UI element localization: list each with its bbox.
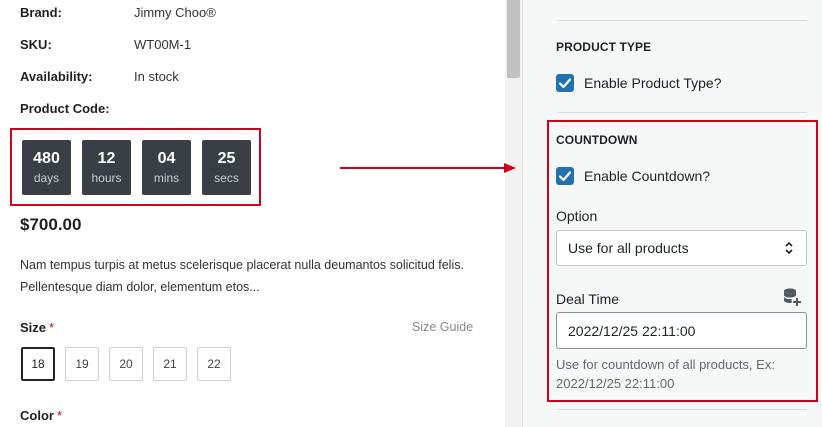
countdown-mins-unit: mins [153,171,180,185]
deal-time-value: 2022/12/25 22:11:00 [568,323,696,339]
enable-product-type-checkbox[interactable] [556,74,574,92]
size-guide-link[interactable]: Size Guide [412,320,473,334]
size-label: Size * [20,320,54,335]
deal-time-label: Deal Time [556,291,620,307]
scrollbar-thumb[interactable] [507,0,520,78]
divider [557,409,807,410]
checkmark-icon [558,171,572,182]
size-option-18[interactable]: 18 [21,347,55,381]
description-line-1: Nam tempus turpis at metus scelerisque p… [20,258,464,272]
availability-label: Availability: [20,69,93,84]
deal-time-input[interactable]: 2022/12/25 22:11:00 [556,312,807,349]
color-label-text: Color [20,408,54,423]
countdown-mins-value: 04 [157,150,176,167]
database-add-icon[interactable] [782,287,802,307]
countdown-secs-unit: secs [214,171,239,185]
product-panel: Brand: Jimmy Choo® SKU: WT00M-1 Availabi… [0,0,505,427]
size-option-21[interactable]: 21 [153,347,187,381]
arrow-right-icon [340,163,516,173]
countdown-days-value: 480 [33,150,60,167]
product-code-label: Product Code: [20,101,110,116]
color-label: Color * [20,408,62,423]
product-type-title: PRODUCT TYPE [556,40,652,54]
enable-countdown-label: Enable Countdown? [584,168,711,184]
countdown-secs-value: 25 [217,150,236,167]
divider [557,112,807,113]
enable-product-type-label: Enable Product Type? [584,75,722,91]
product-description: Nam tempus turpis at metus scelerisque p… [20,254,490,298]
size-option-22[interactable]: 22 [197,347,231,381]
deal-time-help-text: Use for countdown of all products, Ex: 2… [556,357,775,391]
brand-label: Brand: [20,5,62,20]
sku-value: WT00M-1 [134,37,192,52]
countdown-hours-unit: hours [91,171,122,185]
size-option-20[interactable]: 20 [109,347,143,381]
description-line-2: Pellentesque diam dolor, elementum etos.… [20,280,260,294]
countdown-days: 480 days [22,140,71,195]
countdown-secs: 25 secs [202,140,251,195]
size-option-19[interactable]: 19 [65,347,99,381]
option-select[interactable]: Use for all products [556,230,807,266]
enable-countdown-checkbox[interactable] [556,167,574,185]
divider [557,20,807,21]
option-label: Option [556,208,598,224]
countdown-hours-value: 12 [97,150,116,167]
availability-value: In stock [134,69,179,84]
product-price: $700.00 [20,215,82,234]
countdown-hours: 12 hours [82,140,131,195]
size-required-mark: * [49,320,55,335]
countdown-mins: 04 mins [142,140,191,195]
checkmark-icon [558,78,572,89]
chevron-updown-icon [785,241,793,255]
settings-panel: PRODUCT TYPE Enable Product Type? COUNTD… [522,0,822,427]
scrollbar-track[interactable] [505,0,522,427]
brand-value: Jimmy Choo® [134,5,216,20]
countdown-days-unit: days [33,171,60,185]
countdown-timer: 480 days 12 hours 04 mins 25 secs [10,128,261,206]
sku-label: SKU: [20,37,52,52]
size-label-text: Size [20,320,47,335]
color-required-mark: * [56,408,63,423]
countdown-title: COUNTDOWN [556,133,638,147]
option-select-value: Use for all products [568,240,689,256]
